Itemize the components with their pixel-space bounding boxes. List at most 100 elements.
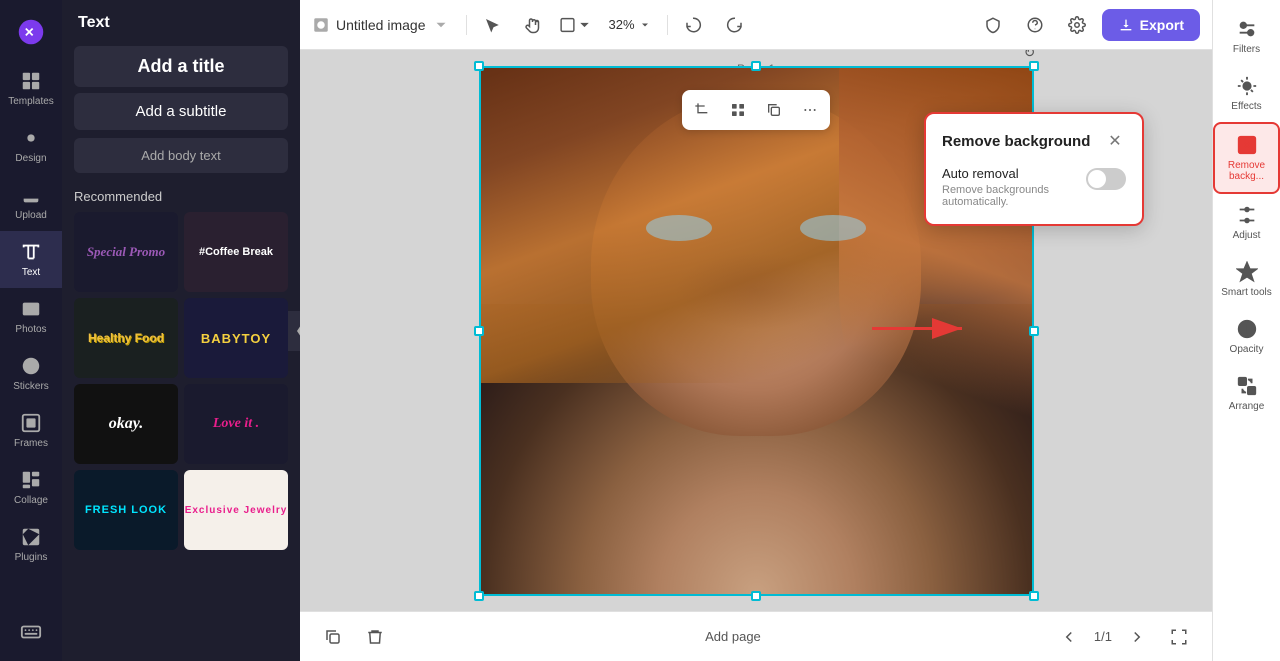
right-sidebar-arrange-label: Arrange <box>1229 401 1265 412</box>
template-label-special-promo: Special Promo <box>87 244 165 260</box>
recommended-label: Recommended <box>62 177 300 212</box>
template-grid: Special Promo #Coffee Break Healthy Food… <box>62 212 300 562</box>
canvas-container[interactable]: Page 1 <box>300 50 1212 611</box>
add-title-button[interactable]: Add a title <box>74 46 288 87</box>
right-sidebar-smart-label: Smart tools <box>1221 287 1272 298</box>
right-sidebar-effects-label: Effects <box>1231 101 1261 112</box>
document-title-button[interactable]: Untitled image <box>312 16 450 34</box>
sidebar-item-text[interactable]: Text <box>0 231 62 288</box>
right-sidebar: Filters Effects Remove backg... Adjust S… <box>1212 0 1280 661</box>
auto-removal-toggle[interactable] <box>1086 168 1126 190</box>
right-sidebar-remove-bg-label: Remove backg... <box>1219 160 1274 182</box>
template-card-special-promo[interactable]: Special Promo <box>74 212 178 292</box>
handle-bottom-right[interactable] <box>1029 591 1039 601</box>
page-nav-prev-button[interactable] <box>1052 620 1086 654</box>
pointer-tool-button[interactable] <box>475 8 509 42</box>
right-sidebar-adjust-label: Adjust <box>1233 230 1261 241</box>
main-area: Untitled image 32% <box>300 0 1212 661</box>
delete-page-button[interactable] <box>358 620 392 654</box>
sidebar-item-templates[interactable]: Templates <box>0 60 62 117</box>
handle-bottom-left[interactable] <box>474 591 484 601</box>
bottom-toolbar: Add page 1/1 <box>300 611 1212 661</box>
handle-bottom-middle[interactable] <box>751 591 761 601</box>
right-sidebar-item-smart-tools[interactable]: Smart tools <box>1213 251 1280 308</box>
toolbar-separator-1 <box>466 15 467 35</box>
grid-button[interactable] <box>722 94 754 126</box>
add-page-button[interactable]: Add page <box>673 623 771 651</box>
more-options-button[interactable] <box>794 94 826 126</box>
top-toolbar: Untitled image 32% <box>300 0 1212 50</box>
panel-collapse-button[interactable] <box>288 311 300 351</box>
zoom-control[interactable]: 32% <box>601 13 659 36</box>
canva-logo[interactable]: ✕ <box>15 16 47 48</box>
template-label-love-it: Love it . <box>213 416 259 432</box>
settings-button[interactable] <box>1060 8 1094 42</box>
bottom-toolbar-right: 1/1 <box>1052 620 1196 654</box>
canvas-image-toolbar <box>682 90 830 130</box>
popup-header: Remove background ✕ <box>942 130 1126 152</box>
template-label-babytoy: BABYTOY <box>201 331 271 346</box>
fullscreen-button[interactable] <box>1162 620 1196 654</box>
hand-tool-button[interactable] <box>517 8 551 42</box>
add-subtitle-button[interactable]: Add a subtitle <box>74 93 288 130</box>
right-sidebar-item-remove-bg[interactable]: Remove backg... <box>1213 122 1280 194</box>
handle-middle-left[interactable] <box>474 326 484 336</box>
page-indicator: 1/1 <box>1094 629 1112 644</box>
template-card-fresh-look[interactable]: FRESH LOOK <box>74 470 178 550</box>
copy-button[interactable] <box>758 94 790 126</box>
right-sidebar-filters-label: Filters <box>1233 44 1260 55</box>
sidebar-item-collage-label: Collage <box>14 495 48 506</box>
right-sidebar-item-opacity[interactable]: Opacity <box>1213 308 1280 365</box>
help-button[interactable] <box>1018 8 1052 42</box>
right-sidebar-item-effects[interactable]: Effects <box>1213 65 1280 122</box>
add-page-label: Add page <box>705 629 761 644</box>
frame-size-button[interactable] <box>559 8 593 42</box>
duplicate-page-button[interactable] <box>316 620 350 654</box>
bottom-toolbar-left <box>316 620 392 654</box>
template-card-healthy-food[interactable]: Healthy Food <box>74 298 178 378</box>
template-card-exclusive-jewelry[interactable]: Exclusive Jewelry <box>184 470 288 550</box>
template-label-coffee-break: #Coffee Break <box>199 246 273 258</box>
toolbar-separator-2 <box>667 15 668 35</box>
crop-button[interactable] <box>686 94 718 126</box>
sidebar-item-more[interactable] <box>0 611 62 653</box>
template-card-coffee-break[interactable]: #Coffee Break <box>184 212 288 292</box>
redo-button[interactable] <box>718 8 752 42</box>
template-label-healthy-food: Healthy Food <box>88 331 164 345</box>
auto-removal-text: Auto removal Remove backgrounds automati… <box>942 166 1078 208</box>
handle-top-middle[interactable] <box>751 61 761 71</box>
page-nav-next-button[interactable] <box>1120 620 1154 654</box>
undo-button[interactable] <box>676 8 710 42</box>
sidebar-item-templates-label: Templates <box>8 96 54 107</box>
add-body-button[interactable]: Add body text <box>74 138 288 173</box>
left-icon-sidebar: ✕ Templates Design Upload Text Photos St… <box>0 0 62 661</box>
template-card-love-it[interactable]: Love it . <box>184 384 288 464</box>
sidebar-item-stickers[interactable]: Stickers <box>0 345 62 402</box>
right-sidebar-opacity-label: Opacity <box>1230 344 1264 355</box>
right-sidebar-item-adjust[interactable]: Adjust <box>1213 194 1280 251</box>
sidebar-item-frames-label: Frames <box>14 438 48 449</box>
right-sidebar-item-arrange[interactable]: Arrange <box>1213 365 1280 422</box>
sidebar-item-photos[interactable]: Photos <box>0 288 62 345</box>
template-card-babytoy[interactable]: BABYTOY <box>184 298 288 378</box>
template-card-okay[interactable]: okay. <box>74 384 178 464</box>
export-button[interactable]: Export <box>1102 9 1200 41</box>
sidebar-item-upload[interactable]: Upload <box>0 174 62 231</box>
sidebar-item-photos-label: Photos <box>15 324 46 335</box>
rotate-handle[interactable]: ↻ <box>1021 50 1039 62</box>
shield-button[interactable] <box>976 8 1010 42</box>
sidebar-item-design[interactable]: Design <box>0 117 62 174</box>
sidebar-item-collage[interactable]: Collage <box>0 459 62 516</box>
sidebar-item-frames[interactable]: Frames <box>0 402 62 459</box>
auto-removal-label: Auto removal <box>942 166 1078 181</box>
auto-removal-row: Auto removal Remove backgrounds automati… <box>942 166 1126 208</box>
handle-top-left[interactable] <box>474 61 484 71</box>
handle-top-right[interactable] <box>1029 61 1039 71</box>
sidebar-item-plugins[interactable]: Plugins <box>0 516 62 573</box>
red-arrow-annotation <box>862 303 982 358</box>
popup-close-button[interactable]: ✕ <box>1104 130 1126 152</box>
right-sidebar-item-filters[interactable]: Filters <box>1213 8 1280 65</box>
zoom-level: 32% <box>609 17 635 32</box>
template-label-fresh-look: FRESH LOOK <box>85 504 167 516</box>
handle-middle-right[interactable] <box>1029 326 1039 336</box>
